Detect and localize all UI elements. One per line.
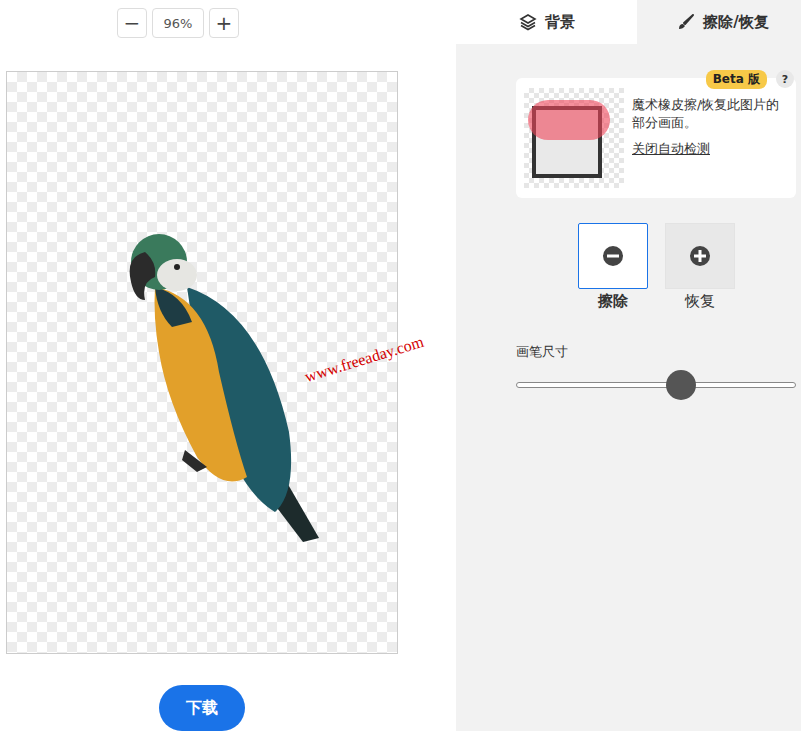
zoom-controls: −96%+ [0,0,456,38]
layers-icon [519,13,537,31]
mode-option: 恢复 [665,223,735,311]
mode-option: 擦除 [578,223,648,311]
info-text: 魔术橡皮擦/恢复此图片的部分画面。 [632,96,782,132]
brush-size-slider[interactable] [516,369,796,401]
mode-button[interactable] [665,223,735,289]
tab[interactable]: 擦除/恢复 [637,0,801,44]
info-card: Beta 版?魔术橡皮擦/恢复此图片的部分画面。关闭自动检测 [516,78,796,198]
info-text-block: 魔术橡皮擦/恢复此图片的部分画面。关闭自动检测 [632,88,782,188]
mode-label: 擦除 [598,292,628,311]
plus-circle-icon [689,245,711,267]
tab-bar: 背景擦除/恢复 [456,0,801,44]
slider-track [516,382,796,388]
minus-circle-icon [602,245,624,267]
download-row: 下载 [0,685,404,731]
slider-thumb[interactable] [666,370,696,400]
tab[interactable]: 背景 [456,0,637,44]
beta-badge: Beta 版 [706,70,767,89]
download-button[interactable]: 下载 [159,685,245,731]
example-thumbnail [524,88,624,188]
highlight-mark [528,100,610,140]
help-button[interactable]: ? [776,70,794,88]
brush-size-label: 画笔尺寸 [516,343,801,361]
disable-auto-detect-link[interactable]: 关闭自动检测 [632,140,782,158]
background-remover-editor: −96%+下载背景擦除/恢复Beta 版?魔术橡皮擦/恢复此图片的部分画面。关闭… [0,0,801,731]
mode-button[interactable] [578,223,648,289]
side-panel: 背景擦除/恢复Beta 版?魔术橡皮擦/恢复此图片的部分画面。关闭自动检测擦除恢… [456,0,801,731]
mode-label: 恢复 [685,292,715,311]
zoom-in-button[interactable]: + [209,8,239,38]
brush-icon [677,13,695,31]
mode-buttons: 擦除 恢复 [456,223,801,311]
preview-pane: −96%+ 下载 [0,0,456,731]
zoom-value[interactable]: 96% [152,8,204,38]
zoom-out-button[interactable]: − [117,8,147,38]
